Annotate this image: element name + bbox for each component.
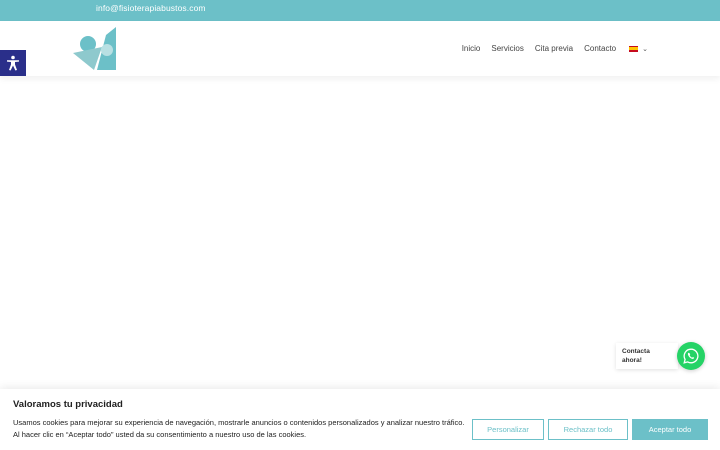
customize-button[interactable]: Personalizar: [472, 419, 544, 440]
nav-item-cita-previa[interactable]: Cita previa: [535, 44, 573, 53]
site-header: Inicio Servicios Cita previa Contacto ⌄: [0, 21, 720, 76]
contact-email-link[interactable]: info@fisioterapiabustos.com: [96, 3, 206, 13]
whatsapp-label-line2: ahora!: [622, 357, 642, 364]
top-bar: info@fisioterapiabustos.com: [0, 0, 720, 21]
main-nav: Inicio Servicios Cita previa Contacto ⌄: [462, 21, 648, 76]
nav-item-contacto[interactable]: Contacto: [584, 44, 616, 53]
whatsapp-button[interactable]: [677, 342, 705, 370]
accessibility-button[interactable]: [0, 50, 26, 76]
accept-all-button[interactable]: Aceptar todo: [632, 419, 708, 440]
accessibility-icon: [7, 55, 19, 71]
cookie-text: Usamos cookies para mejorar su experienc…: [13, 418, 465, 439]
language-switcher[interactable]: ⌄: [629, 45, 648, 53]
whatsapp-icon: [683, 348, 699, 364]
chevron-down-icon: ⌄: [642, 45, 648, 53]
site-logo[interactable]: [72, 25, 118, 73]
spain-flag-icon: [629, 45, 639, 52]
nav-item-inicio[interactable]: Inicio: [462, 44, 481, 53]
whatsapp-label-line1: Contacta: [622, 348, 650, 355]
whatsapp-label[interactable]: Contacta ahora!: [616, 343, 678, 369]
reject-all-button[interactable]: Rechazar todo: [548, 419, 628, 440]
nav-item-servicios[interactable]: Servicios: [491, 44, 523, 53]
cookie-title: Valoramos tu privacidad: [13, 399, 123, 410]
cookie-banner: Valoramos tu privacidad Usamos cookies p…: [0, 389, 720, 450]
